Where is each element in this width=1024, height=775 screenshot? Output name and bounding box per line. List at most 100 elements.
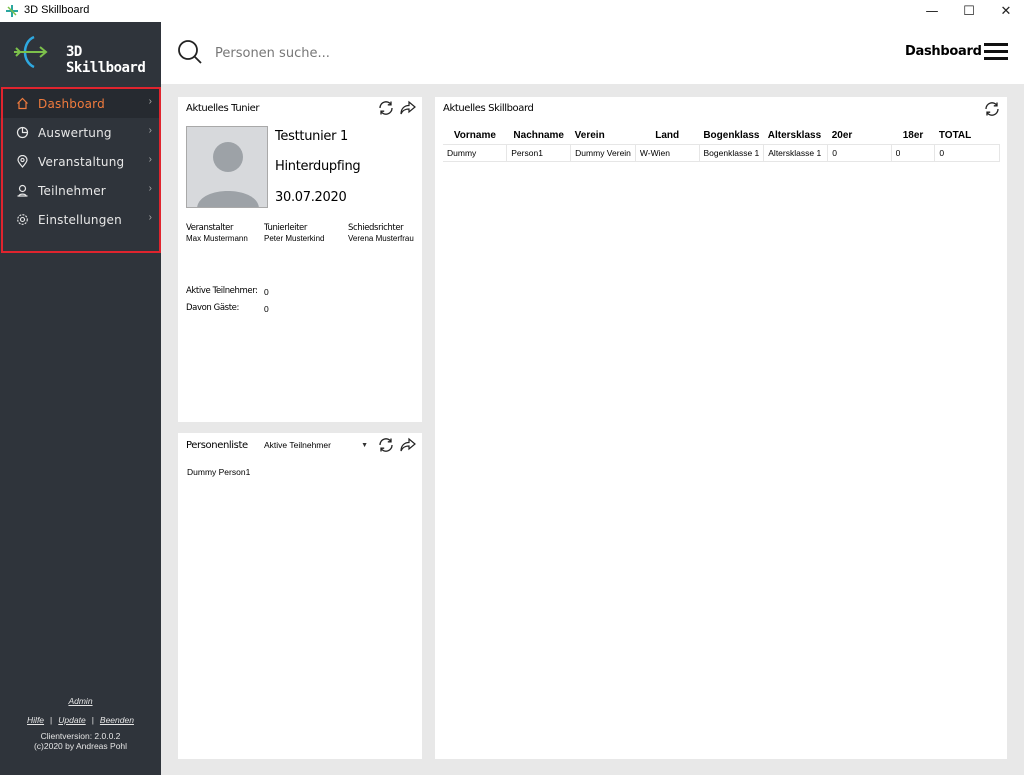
role-value: Max Mustermann [186, 234, 248, 243]
column-header[interactable]: Verein [570, 128, 636, 145]
participant-filter-select[interactable]: Aktive Teilnehmer ▼ [264, 437, 372, 453]
column-header[interactable]: 18er [891, 128, 935, 145]
role-veranstalter: Veranstalter Max Mustermann [186, 223, 248, 243]
column-header[interactable]: TOTAL [934, 128, 1000, 145]
sidebar-item-label: Veranstaltung [38, 154, 125, 169]
panel-title: Aktuelles Skillboard [443, 103, 534, 114]
stat-guests: Davon Gäste: 0 [186, 303, 269, 320]
skillboard-table: Vorname Nachname Verein Land Bogenklass … [443, 128, 1000, 162]
column-header[interactable]: Nachname [506, 128, 571, 145]
stat-label: Davon Gäste: [186, 303, 239, 313]
role-label: Veranstalter [186, 223, 234, 233]
select-value: Aktive Teilnehmer [264, 440, 331, 450]
window-titlebar: 3D Skillboard — ☐ ✕ [0, 0, 1024, 22]
brand-area: 3D Skillboard [0, 22, 161, 84]
sidebar-nav: Dashboard › Auswertung › Veranstaltung ›… [0, 89, 161, 234]
sidebar-item-einstellungen[interactable]: Einstellungen › [0, 205, 161, 234]
share-icon[interactable] [399, 99, 417, 117]
panel-actions [983, 100, 1001, 118]
app-logo-icon [6, 5, 18, 17]
brand-name: 3D Skillboard [66, 44, 146, 76]
stat-value: 0 [264, 287, 269, 297]
admin-link[interactable]: Admin [68, 696, 92, 706]
person-placeholder-icon [197, 142, 259, 207]
minimize-button[interactable]: — [914, 0, 950, 22]
footer-separator: | [91, 715, 94, 725]
menu-icon[interactable] [984, 43, 1008, 61]
column-header[interactable]: Land [635, 128, 699, 145]
sidebar: 3D Skillboard Dashboard › Auswertung › V… [0, 22, 161, 775]
chevron-right-icon: › [148, 96, 152, 107]
column-header[interactable]: Vorname [443, 128, 507, 145]
sidebar-item-label: Dashboard [38, 96, 105, 111]
chevron-right-icon: › [148, 125, 152, 136]
role-value: Verena Musterfrau [348, 234, 414, 243]
close-button[interactable]: ✕ [988, 0, 1024, 22]
sidebar-item-label: Einstellungen [38, 212, 122, 227]
window-title: 3D Skillboard [24, 4, 90, 16]
panel-title: Aktuelles Tunier [186, 103, 260, 114]
share-icon[interactable] [399, 436, 417, 454]
chevron-right-icon: › [148, 154, 152, 165]
column-header[interactable]: Bogenklass [699, 128, 764, 145]
person-list-panel: Personenliste Aktive Teilnehmer ▼ Dummy … [178, 433, 422, 759]
tournament-location: Hinterdupfing [275, 159, 361, 174]
home-icon [14, 96, 30, 112]
sidebar-item-veranstaltung[interactable]: Veranstaltung › [0, 147, 161, 176]
skillboard-panel: Aktuelles Skillboard Vorname Nachname Ve… [435, 97, 1007, 759]
refresh-icon[interactable] [377, 436, 395, 454]
beenden-link[interactable]: Beenden [100, 715, 134, 725]
update-link[interactable]: Update [58, 715, 85, 725]
column-header[interactable]: 20er [827, 128, 892, 145]
hilfe-link[interactable]: Hilfe [27, 715, 44, 725]
role-value: Peter Musterkind [264, 234, 325, 243]
search-input[interactable] [215, 42, 515, 64]
client-version: Clientversion: 2.0.0.2 [40, 731, 121, 741]
table-row[interactable]: Dummy Person1 Dummy Verein W-Wien Bogenk… [443, 144, 1000, 162]
tournament-panel: Aktuelles Tunier Testtunier 1 Hinterdupf… [178, 97, 422, 422]
table-header-row: Vorname Nachname Verein Land Bogenklass … [443, 128, 1000, 145]
maximize-button[interactable]: ☐ [951, 0, 987, 22]
table-cell: Dummy [443, 144, 508, 162]
list-item[interactable]: Dummy Person1 [187, 467, 250, 477]
sidebar-item-dashboard[interactable]: Dashboard › [0, 89, 161, 118]
top-header: Dashboard [161, 22, 1024, 84]
search-icon[interactable] [177, 39, 203, 65]
column-header[interactable]: Altersklass [763, 128, 828, 145]
table-cell: 0 [934, 144, 1000, 162]
table-cell: Person1 [506, 144, 572, 162]
brand-logo-icon [14, 35, 48, 69]
refresh-icon[interactable] [983, 100, 1001, 118]
sidebar-item-teilnehmer[interactable]: Teilnehmer › [0, 176, 161, 205]
tournament-stats: Aktive Teilnehmer: 0 Davon Gäste: 0 [186, 286, 269, 320]
table-cell: 0 [891, 144, 936, 162]
pie-chart-icon [14, 125, 30, 141]
sidebar-item-auswertung[interactable]: Auswertung › [0, 118, 161, 147]
panel-title: Personenliste [186, 440, 248, 451]
gear-icon [14, 212, 30, 228]
role-tunierleiter: Tunierleiter Peter Musterkind [264, 223, 324, 243]
table-cell: Bogenklasse 1 [699, 144, 765, 162]
table-cell: 0 [827, 144, 892, 162]
tournament-date: 30.07.2020 [275, 190, 347, 205]
chevron-down-icon: ▼ [361, 441, 368, 449]
chevron-right-icon: › [148, 183, 152, 194]
footer-separator: | [50, 715, 53, 725]
refresh-icon[interactable] [377, 99, 395, 117]
stat-label: Aktive Teilnehmer: [186, 286, 258, 296]
sidebar-item-label: Teilnehmer [38, 183, 106, 198]
tournament-name: Testtunier 1 [275, 129, 348, 144]
table-cell: W-Wien [635, 144, 700, 162]
role-label: Tunierleiter [264, 223, 307, 233]
sidebar-item-label: Auswertung [38, 125, 112, 140]
table-cell: Altersklasse 1 [763, 144, 829, 162]
page-title: Dashboard [905, 44, 982, 59]
role-label: Schiedsrichter [348, 223, 404, 233]
stat-active-participants: Aktive Teilnehmer: 0 [186, 286, 269, 303]
role-schiedsrichter: Schiedsrichter Verena Musterfrau [348, 223, 414, 243]
location-pin-icon [14, 154, 30, 170]
sidebar-footer: Admin Hilfe | Update | Beenden Clientversion… [0, 696, 161, 751]
chevron-right-icon: › [148, 212, 152, 223]
copyright: (c)2020 by Andreas Pohl [33, 741, 128, 751]
user-icon [14, 183, 30, 199]
